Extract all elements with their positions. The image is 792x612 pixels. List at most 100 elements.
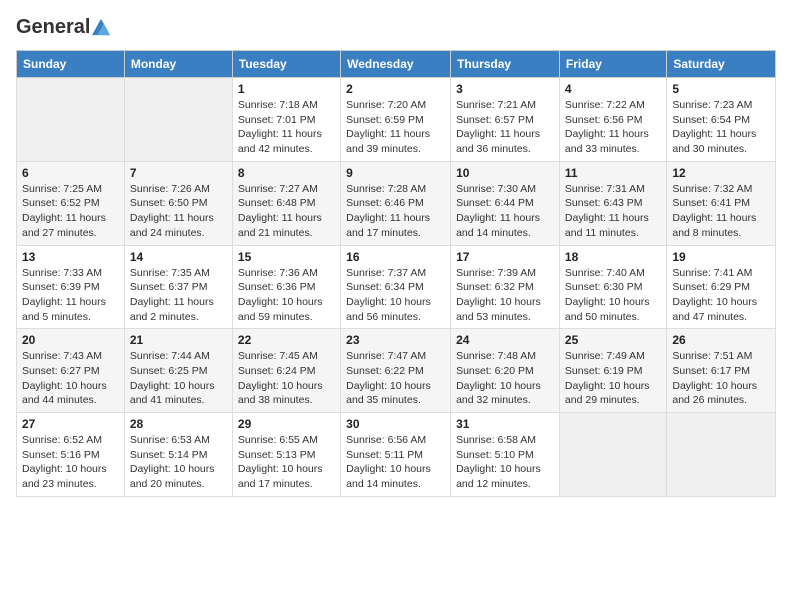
day-info: Sunrise: 7:27 AMSunset: 6:48 PMDaylight:… xyxy=(238,182,335,241)
calendar-cell: 17Sunrise: 7:39 AMSunset: 6:32 PMDayligh… xyxy=(451,245,560,329)
day-number: 16 xyxy=(346,250,445,264)
day-number: 28 xyxy=(130,417,227,431)
calendar-cell: 19Sunrise: 7:41 AMSunset: 6:29 PMDayligh… xyxy=(667,245,776,329)
calendar-week-row: 13 Sunrise: 7:33 AMSunset: 6:39 PMDayligh… xyxy=(17,245,776,329)
day-info: Sunrise: 7:48 AMSunset: 6:20 PMDaylight:… xyxy=(456,349,554,408)
day-number: 24 xyxy=(456,333,554,347)
logo-icon xyxy=(92,18,110,36)
column-header-thursday: Thursday xyxy=(451,51,560,78)
day-number: 1 xyxy=(238,82,335,96)
day-info: Sunrise: 7:35 AMSunset: 6:37 PMDaylight:… xyxy=(130,266,227,325)
calendar-week-row: 1 Sunrise: 7:18 AMSunset: 7:01 PMDaylight… xyxy=(17,78,776,162)
calendar-cell: 6 Sunrise: 7:25 AMSunset: 6:52 PMDaylight… xyxy=(17,161,125,245)
calendar-cell: 15 Sunrise: 7:36 AMSunset: 6:36 PMDayligh… xyxy=(232,245,340,329)
day-number: 25 xyxy=(565,333,661,347)
day-number: 20 xyxy=(22,333,119,347)
column-header-friday: Friday xyxy=(559,51,666,78)
day-number: 26 xyxy=(672,333,770,347)
calendar-cell: 2 Sunrise: 7:20 AMSunset: 6:59 PMDaylight… xyxy=(341,78,451,162)
day-number: 15 xyxy=(238,250,335,264)
logo-general-text: General xyxy=(16,16,90,38)
day-number: 13 xyxy=(22,250,119,264)
day-info: Sunrise: 7:20 AMSunset: 6:59 PMDaylight:… xyxy=(346,98,445,157)
day-number: 21 xyxy=(130,333,227,347)
logo: General xyxy=(16,16,110,38)
calendar-cell: 22 Sunrise: 7:45 AMSunset: 6:24 PMDayligh… xyxy=(232,329,340,413)
calendar-cell: 10Sunrise: 7:30 AMSunset: 6:44 PMDayligh… xyxy=(451,161,560,245)
calendar-cell: 21 Sunrise: 7:44 AMSunset: 6:25 PMDayligh… xyxy=(124,329,232,413)
day-number: 9 xyxy=(346,166,445,180)
day-number: 22 xyxy=(238,333,335,347)
day-number: 31 xyxy=(456,417,554,431)
day-info: Sunrise: 7:23 AMSunset: 6:54 PMDaylight:… xyxy=(672,98,770,157)
day-number: 5 xyxy=(672,82,770,96)
calendar-cell: 29 Sunrise: 6:55 AMSunset: 5:13 PMDayligh… xyxy=(232,413,340,497)
calendar-cell: 7 Sunrise: 7:26 AMSunset: 6:50 PMDaylight… xyxy=(124,161,232,245)
day-info: Sunrise: 7:25 AMSunset: 6:52 PMDaylight:… xyxy=(22,182,119,241)
day-info: Sunrise: 7:22 AMSunset: 6:56 PMDaylight:… xyxy=(565,98,661,157)
column-header-sunday: Sunday xyxy=(17,51,125,78)
day-info: Sunrise: 6:55 AMSunset: 5:13 PMDaylight:… xyxy=(238,433,335,492)
calendar-week-row: 20 Sunrise: 7:43 AMSunset: 6:27 PMDayligh… xyxy=(17,329,776,413)
day-info: Sunrise: 7:31 AMSunset: 6:43 PMDaylight:… xyxy=(565,182,661,241)
day-number: 23 xyxy=(346,333,445,347)
day-number: 7 xyxy=(130,166,227,180)
day-info: Sunrise: 7:26 AMSunset: 6:50 PMDaylight:… xyxy=(130,182,227,241)
calendar-cell: 14Sunrise: 7:35 AMSunset: 6:37 PMDayligh… xyxy=(124,245,232,329)
day-number: 3 xyxy=(456,82,554,96)
calendar-cell: 9 Sunrise: 7:28 AMSunset: 6:46 PMDaylight… xyxy=(341,161,451,245)
day-info: Sunrise: 6:56 AMSunset: 5:11 PMDaylight:… xyxy=(346,433,445,492)
calendar-cell: 8Sunrise: 7:27 AMSunset: 6:48 PMDaylight… xyxy=(232,161,340,245)
calendar-cell: 20 Sunrise: 7:43 AMSunset: 6:27 PMDayligh… xyxy=(17,329,125,413)
calendar-cell: 25Sunrise: 7:49 AMSunset: 6:19 PMDayligh… xyxy=(559,329,666,413)
calendar-cell: 27 Sunrise: 6:52 AMSunset: 5:16 PMDayligh… xyxy=(17,413,125,497)
day-number: 11 xyxy=(565,166,661,180)
day-number: 6 xyxy=(22,166,119,180)
day-info: Sunrise: 7:44 AMSunset: 6:25 PMDaylight:… xyxy=(130,349,227,408)
calendar-cell xyxy=(124,78,232,162)
calendar-cell: 5 Sunrise: 7:23 AMSunset: 6:54 PMDaylight… xyxy=(667,78,776,162)
calendar-cell: 30Sunrise: 6:56 AMSunset: 5:11 PMDayligh… xyxy=(341,413,451,497)
day-info: Sunrise: 6:52 AMSunset: 5:16 PMDaylight:… xyxy=(22,433,119,492)
day-info: Sunrise: 7:28 AMSunset: 6:46 PMDaylight:… xyxy=(346,182,445,241)
calendar-cell: 3 Sunrise: 7:21 AMSunset: 6:57 PMDaylight… xyxy=(451,78,560,162)
column-header-wednesday: Wednesday xyxy=(341,51,451,78)
day-number: 17 xyxy=(456,250,554,264)
calendar-cell xyxy=(559,413,666,497)
day-number: 4 xyxy=(565,82,661,96)
calendar-cell: 13 Sunrise: 7:33 AMSunset: 6:39 PMDayligh… xyxy=(17,245,125,329)
day-info: Sunrise: 7:51 AMSunset: 6:17 PMDaylight:… xyxy=(672,349,770,408)
day-info: Sunrise: 7:30 AMSunset: 6:44 PMDaylight:… xyxy=(456,182,554,241)
day-info: Sunrise: 7:45 AMSunset: 6:24 PMDaylight:… xyxy=(238,349,335,408)
day-number: 29 xyxy=(238,417,335,431)
calendar-week-row: 6 Sunrise: 7:25 AMSunset: 6:52 PMDaylight… xyxy=(17,161,776,245)
day-info: Sunrise: 7:41 AMSunset: 6:29 PMDaylight:… xyxy=(672,266,770,325)
day-info: Sunrise: 7:40 AMSunset: 6:30 PMDaylight:… xyxy=(565,266,661,325)
calendar-cell: 4 Sunrise: 7:22 AMSunset: 6:56 PMDaylight… xyxy=(559,78,666,162)
day-info: Sunrise: 7:32 AMSunset: 6:41 PMDaylight:… xyxy=(672,182,770,241)
column-header-tuesday: Tuesday xyxy=(232,51,340,78)
calendar-week-row: 27 Sunrise: 6:52 AMSunset: 5:16 PMDayligh… xyxy=(17,413,776,497)
day-info: Sunrise: 6:53 AMSunset: 5:14 PMDaylight:… xyxy=(130,433,227,492)
day-info: Sunrise: 7:36 AMSunset: 6:36 PMDaylight:… xyxy=(238,266,335,325)
calendar-cell: 28 Sunrise: 6:53 AMSunset: 5:14 PMDayligh… xyxy=(124,413,232,497)
calendar-cell: 24 Sunrise: 7:48 AMSunset: 6:20 PMDayligh… xyxy=(451,329,560,413)
column-header-saturday: Saturday xyxy=(667,51,776,78)
calendar-cell xyxy=(667,413,776,497)
calendar-cell xyxy=(17,78,125,162)
day-info: Sunrise: 7:18 AMSunset: 7:01 PMDaylight:… xyxy=(238,98,335,157)
calendar-cell: 31Sunrise: 6:58 AMSunset: 5:10 PMDayligh… xyxy=(451,413,560,497)
calendar-header-row: SundayMondayTuesdayWednesdayThursdayFrid… xyxy=(17,51,776,78)
day-number: 2 xyxy=(346,82,445,96)
day-number: 27 xyxy=(22,417,119,431)
calendar-cell: 1 Sunrise: 7:18 AMSunset: 7:01 PMDaylight… xyxy=(232,78,340,162)
day-info: Sunrise: 7:21 AMSunset: 6:57 PMDaylight:… xyxy=(456,98,554,157)
day-info: Sunrise: 7:43 AMSunset: 6:27 PMDaylight:… xyxy=(22,349,119,408)
calendar-cell: 11 Sunrise: 7:31 AMSunset: 6:43 PMDayligh… xyxy=(559,161,666,245)
column-header-monday: Monday xyxy=(124,51,232,78)
calendar-table: SundayMondayTuesdayWednesdayThursdayFrid… xyxy=(16,50,776,497)
day-info: Sunrise: 7:47 AMSunset: 6:22 PMDaylight:… xyxy=(346,349,445,408)
day-info: Sunrise: 7:33 AMSunset: 6:39 PMDaylight:… xyxy=(22,266,119,325)
calendar-cell: 18Sunrise: 7:40 AMSunset: 6:30 PMDayligh… xyxy=(559,245,666,329)
page-header: General xyxy=(16,16,776,38)
